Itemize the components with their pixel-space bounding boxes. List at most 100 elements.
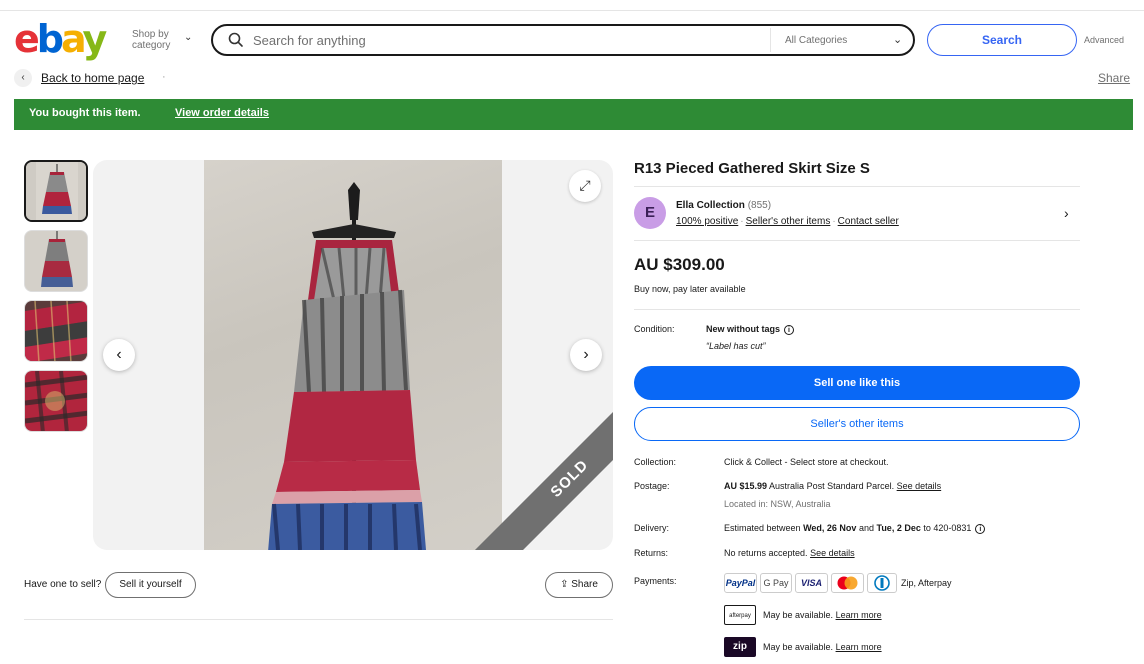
chevron-left-icon: ‹	[116, 346, 122, 363]
diners-logo	[874, 575, 890, 591]
delivery-value: Estimated between Wed, 26 Nov and Tue, 2…	[724, 523, 986, 534]
delivery-prefix: Estimated between	[724, 523, 801, 533]
chevron-right-icon[interactable]: ›	[1064, 205, 1069, 221]
separator-dot: ·	[162, 71, 166, 83]
afterpay-logo: afterpay	[724, 605, 756, 625]
next-image-button[interactable]: ›	[570, 339, 602, 371]
info-icon[interactable]: i	[784, 324, 794, 335]
view-order-details-link[interactable]: View order details	[175, 107, 269, 119]
thumbnail-1[interactable]	[24, 160, 88, 222]
search-button[interactable]: Search	[927, 24, 1077, 56]
search-bar[interactable]: Search for anything All Categories ⌄	[211, 24, 915, 56]
divider	[634, 309, 1080, 310]
delivery-postcode[interactable]: to 420-0831	[923, 523, 971, 533]
thumbnail-4[interactable]	[24, 370, 88, 432]
skirt-thumbnail-image	[26, 162, 86, 220]
afterpay-learn-more-link[interactable]: Learn more	[836, 610, 882, 620]
mastercard-icon	[831, 573, 864, 593]
payments-label: Payments:	[634, 576, 677, 586]
condition-value: New without tags i	[706, 324, 794, 335]
search-input[interactable]: Search for anything	[253, 33, 366, 48]
afterpay-message: May be available.	[763, 610, 834, 620]
payment-extra: Zip, Afterpay	[901, 578, 952, 588]
separator-dot: ·	[832, 216, 836, 227]
postage-price: AU $15.99	[724, 481, 768, 491]
thumbnail-2[interactable]	[24, 230, 88, 292]
chevron-left-icon[interactable]: ‹	[14, 69, 32, 87]
seller-other-items-link[interactable]: Seller's other items	[746, 216, 831, 227]
share-button[interactable]: ⇪ Share	[545, 572, 613, 598]
mastercard-logo	[837, 576, 858, 590]
skirt-photo-illustration	[268, 182, 426, 550]
item-price: AU $309.00	[634, 255, 725, 274]
returns-label: Returns:	[634, 548, 669, 558]
postage-label: Postage:	[634, 481, 670, 491]
sell-one-like-this-button[interactable]: Sell one like this	[634, 366, 1080, 400]
located-in: Located in: NSW, Australia	[724, 499, 831, 509]
item-title: R13 Pieced Gathered Skirt Size S	[634, 160, 870, 177]
collection-value: Click & Collect - Select store at checko…	[724, 457, 889, 467]
top-divider	[0, 10, 1144, 11]
returns-value: No returns accepted. See details	[724, 548, 855, 558]
divider	[634, 240, 1080, 241]
back-to-home-link[interactable]: Back to home page	[41, 71, 144, 85]
shop-by-category[interactable]: Shop by category	[132, 29, 182, 51]
zip-message: May be available.	[763, 642, 834, 652]
have-one-to-sell-text: Have one to sell?	[24, 579, 102, 590]
diners-club-icon	[867, 573, 897, 593]
postage-see-details-link[interactable]: See details	[897, 481, 942, 491]
sold-label: SOLD	[473, 407, 613, 550]
zip-logo: zip	[724, 637, 756, 657]
skirt-thumbnail-image	[25, 231, 87, 291]
seller-links: 100% positive · Seller's other items · Conta…	[676, 216, 899, 227]
seller-name[interactable]: Ella Collection (855)	[676, 200, 771, 211]
logo-letter: y	[82, 17, 107, 61]
sold-ribbon: SOLD	[470, 407, 613, 550]
category-select[interactable]: All Categories	[785, 35, 847, 46]
contact-seller-link[interactable]: Contact seller	[838, 216, 899, 227]
logo-letter: e	[14, 17, 40, 61]
fabric-detail-image	[25, 301, 87, 361]
thumbnail-3[interactable]	[24, 300, 88, 362]
returns-text: No returns accepted.	[724, 548, 808, 558]
postage-service: Australia Post Standard Parcel.	[769, 481, 895, 491]
ebay-logo[interactable]: ebay	[14, 17, 107, 61]
info-icon[interactable]: i	[975, 523, 986, 534]
banner-message: You bought this item.	[29, 107, 141, 119]
main-image-viewer[interactable]: SOLD	[93, 160, 613, 550]
chevron-down-icon[interactable]: ⌄	[184, 32, 192, 43]
returns-see-details-link[interactable]: See details	[810, 548, 855, 558]
seller-other-items-button[interactable]: Seller's other items	[634, 407, 1080, 441]
divider	[634, 186, 1080, 187]
expand-icon[interactable]: ⤢	[569, 170, 601, 202]
prev-image-button[interactable]: ‹	[103, 339, 135, 371]
advanced-search-link[interactable]: Advanced	[1084, 35, 1124, 45]
paypal-icon: PayPal	[724, 573, 757, 593]
seller-feedback-count: (855)	[747, 200, 772, 211]
product-photo	[204, 160, 502, 550]
seller-avatar[interactable]: E	[634, 197, 666, 229]
chevron-right-icon: ›	[583, 346, 589, 363]
logo-letter: b	[36, 17, 64, 61]
share-icon: ⇪	[560, 579, 569, 590]
seller-name-text: Ella Collection	[676, 200, 745, 211]
divider	[24, 619, 613, 620]
postage-value: AU $15.99 Australia Post Standard Parcel…	[724, 481, 941, 491]
condition-label: Condition:	[634, 324, 675, 334]
zip-text: May be available. Learn more	[763, 642, 882, 652]
zip-learn-more-link[interactable]: Learn more	[836, 642, 882, 652]
collection-label: Collection:	[634, 457, 677, 467]
share-link[interactable]: Share	[1098, 71, 1130, 85]
logo-letter: a	[60, 17, 86, 61]
afterpay-text: May be available. Learn more	[763, 610, 882, 620]
bnpl-text: Buy now, pay later available	[634, 284, 746, 294]
condition-value-text: New without tags	[706, 324, 780, 334]
share-button-label: Share	[571, 579, 598, 590]
separator-dot: ·	[740, 216, 744, 227]
chevron-down-icon[interactable]: ⌄	[893, 33, 902, 46]
sell-it-yourself-button[interactable]: Sell it yourself	[105, 572, 196, 598]
search-divider	[770, 28, 771, 52]
delivery-end: Tue, 2 Dec	[876, 523, 921, 533]
positive-feedback-link[interactable]: 100% positive	[676, 216, 738, 227]
search-icon	[228, 32, 243, 47]
